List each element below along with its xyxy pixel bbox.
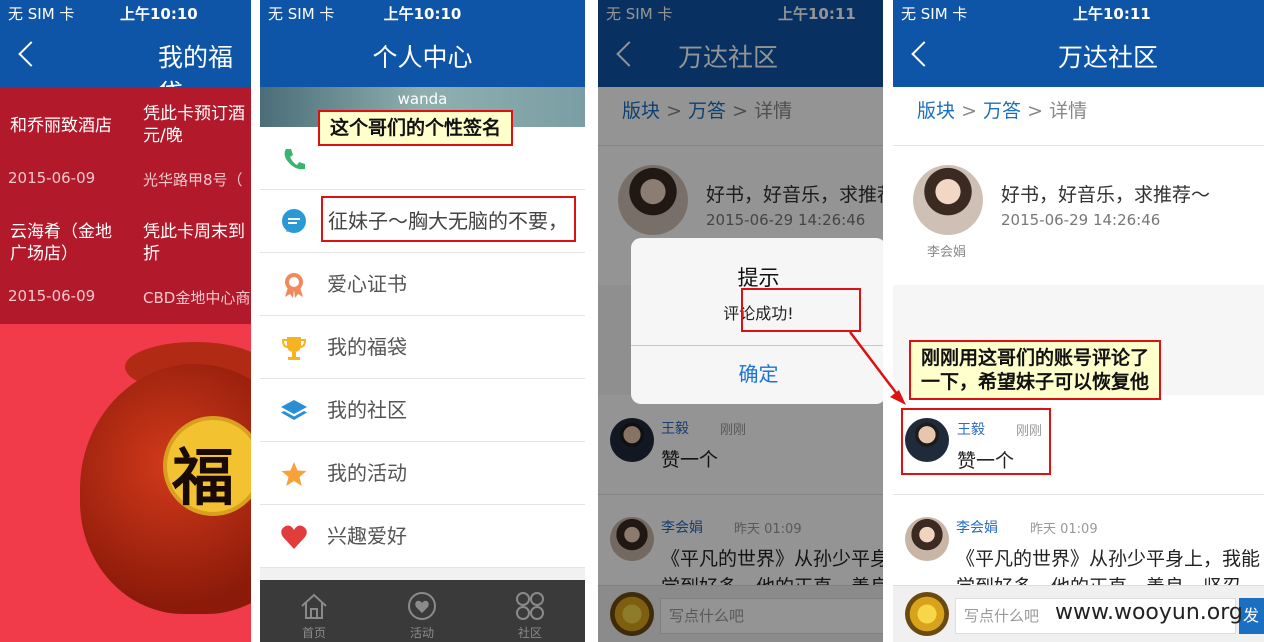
signature-highlight [321,196,576,242]
success-highlight [741,288,861,332]
status-bar: 无 SIM 卡 上午10:10 [260,0,585,28]
menu-item-label: 我的活动 [327,461,407,485]
signature-annotation: 这个哥们的个性签名 [318,110,514,146]
menu-item-label: 兴趣爱好 [327,524,407,548]
menu-item-label: 爱心证书 [327,272,407,296]
avatar [905,592,949,636]
status-bar: 无 SIM 卡 上午10:10 [0,0,251,28]
coupon-address: CBD金地中心商 [143,289,251,307]
breadcrumb-board[interactable]: 版块 [917,100,955,122]
star-icon [281,462,307,486]
avatar[interactable] [913,165,983,235]
coupon-date: 2015-06-09 [8,287,96,305]
breadcrumb: 版块 > 万答 > 详情 [917,100,1088,122]
post-author[interactable]: 李会娟 [927,241,966,260]
comment-highlight [901,408,1051,475]
tab-label: 首页 [301,626,326,640]
coupon-address: 光华路甲8号（ [143,171,243,189]
comment-time: 昨天 01:09 [1030,522,1098,537]
community-detail-screen: 万达社区 无 SIM 卡 上午10:11 版块 > 万答 > 详情 李会娟 好书… [893,0,1264,642]
page-title: 个人中心 [372,43,473,72]
menu-item-lucky-bag[interactable]: 我的福袋 [260,316,585,379]
annotation-line-2: 一下，希望妹子可以恢复他 [921,371,1150,393]
tab-community[interactable]: 社区 [476,580,584,642]
phone-icon [284,149,305,170]
trophy-icon [281,337,307,360]
comment-annotation: 刚刚用这哥们的账号评论了 一下，希望妹子可以恢复他 [909,340,1162,400]
divider [893,145,1264,146]
profile-screen: 个人中心 无 SIM 卡 上午10:10 wanda 征妹子～胸大无脑的不要， [260,0,585,642]
breadcrumb-detail: 详情 [1049,100,1088,122]
alert-ok-button[interactable]: 确定 [631,345,883,404]
tab-bar: 首页 活动 社区 [260,580,585,642]
profile-menu: 征妹子～胸大无脑的不要， 爱心证书 我的福袋 我的社区 我的活动 兴趣爱好 [260,127,585,568]
grid-circles-icon [516,592,544,620]
username: wanda [397,90,448,108]
comment-text: 《平凡的世界》从孙少平身上，我能 [956,548,1261,570]
annotation-line-1: 刚刚用这哥们的账号评论了 [921,347,1150,369]
award-icon [285,273,303,298]
coupon-merchant[interactable]: 和乔丽致酒店 [10,115,112,137]
divider [893,494,1264,495]
status-time: 上午10:10 [383,5,462,23]
post-time: 2015-06-29 14:26:46 [1001,211,1161,229]
menu-item-certificate[interactable]: 爱心证书 [260,253,585,316]
coupon-date: 2015-06-09 [8,169,96,187]
lucky-bag-illustration[interactable]: 福 [0,324,251,642]
avatar[interactable] [905,517,949,561]
lucky-bag-screen: 我的福袋 无 SIM 卡 上午10:10 和乔丽致酒店 凭此卡预订酒 元/晚 2… [0,0,251,642]
tab-activities[interactable]: 活动 [368,580,476,642]
breadcrumb-qa[interactable]: 万答 [983,100,1021,122]
home-icon [301,593,327,619]
coupon-merchant[interactable]: 云海肴（金地 广场店） [10,221,112,265]
tab-label: 社区 [517,626,542,640]
layers-icon [281,400,307,420]
status-time: 上午10:10 [120,5,198,23]
heart-icon [281,525,307,549]
menu-item-community[interactable]: 我的社区 [260,379,585,442]
page-title: 万达社区 [1057,43,1158,72]
menu-item-activities[interactable]: 我的活动 [260,442,585,505]
tab-home[interactable]: 首页 [260,580,368,642]
heart-circle-icon [408,592,436,620]
carrier-label: 无 SIM 卡 [8,5,75,23]
status-time: 上午10:11 [1073,5,1151,23]
status-bar: 无 SIM 卡 上午10:11 [893,0,1264,28]
post-text: 好书，好音乐，求推荐～ [1001,184,1211,206]
menu-item-label: 我的社区 [327,398,407,422]
coupon-list: 和乔丽致酒店 凭此卡预订酒 元/晚 2015-06-09 光华路甲8号（ 云海肴… [0,87,251,324]
tab-label: 活动 [409,626,434,640]
community-alert-screen: 万达社区 无 SIM 卡 上午10:11 版块 > 万答 > 详情 好书，好音乐… [598,0,883,642]
carrier-label: 无 SIM 卡 [901,5,968,23]
coupon-description[interactable]: 凭此卡周末到 折 [143,221,245,265]
watermark: www.wooyun.org [1055,600,1243,625]
menu-item-label: 我的福袋 [327,335,407,359]
fu-character: 福 [172,441,235,514]
back-icon[interactable] [18,41,44,67]
menu-item-interests[interactable]: 兴趣爱好 [260,505,585,568]
coupon-description[interactable]: 凭此卡预订酒 元/晚 [143,103,245,147]
comment-author[interactable]: 李会娟 [956,517,998,537]
chat-icon [282,209,306,233]
